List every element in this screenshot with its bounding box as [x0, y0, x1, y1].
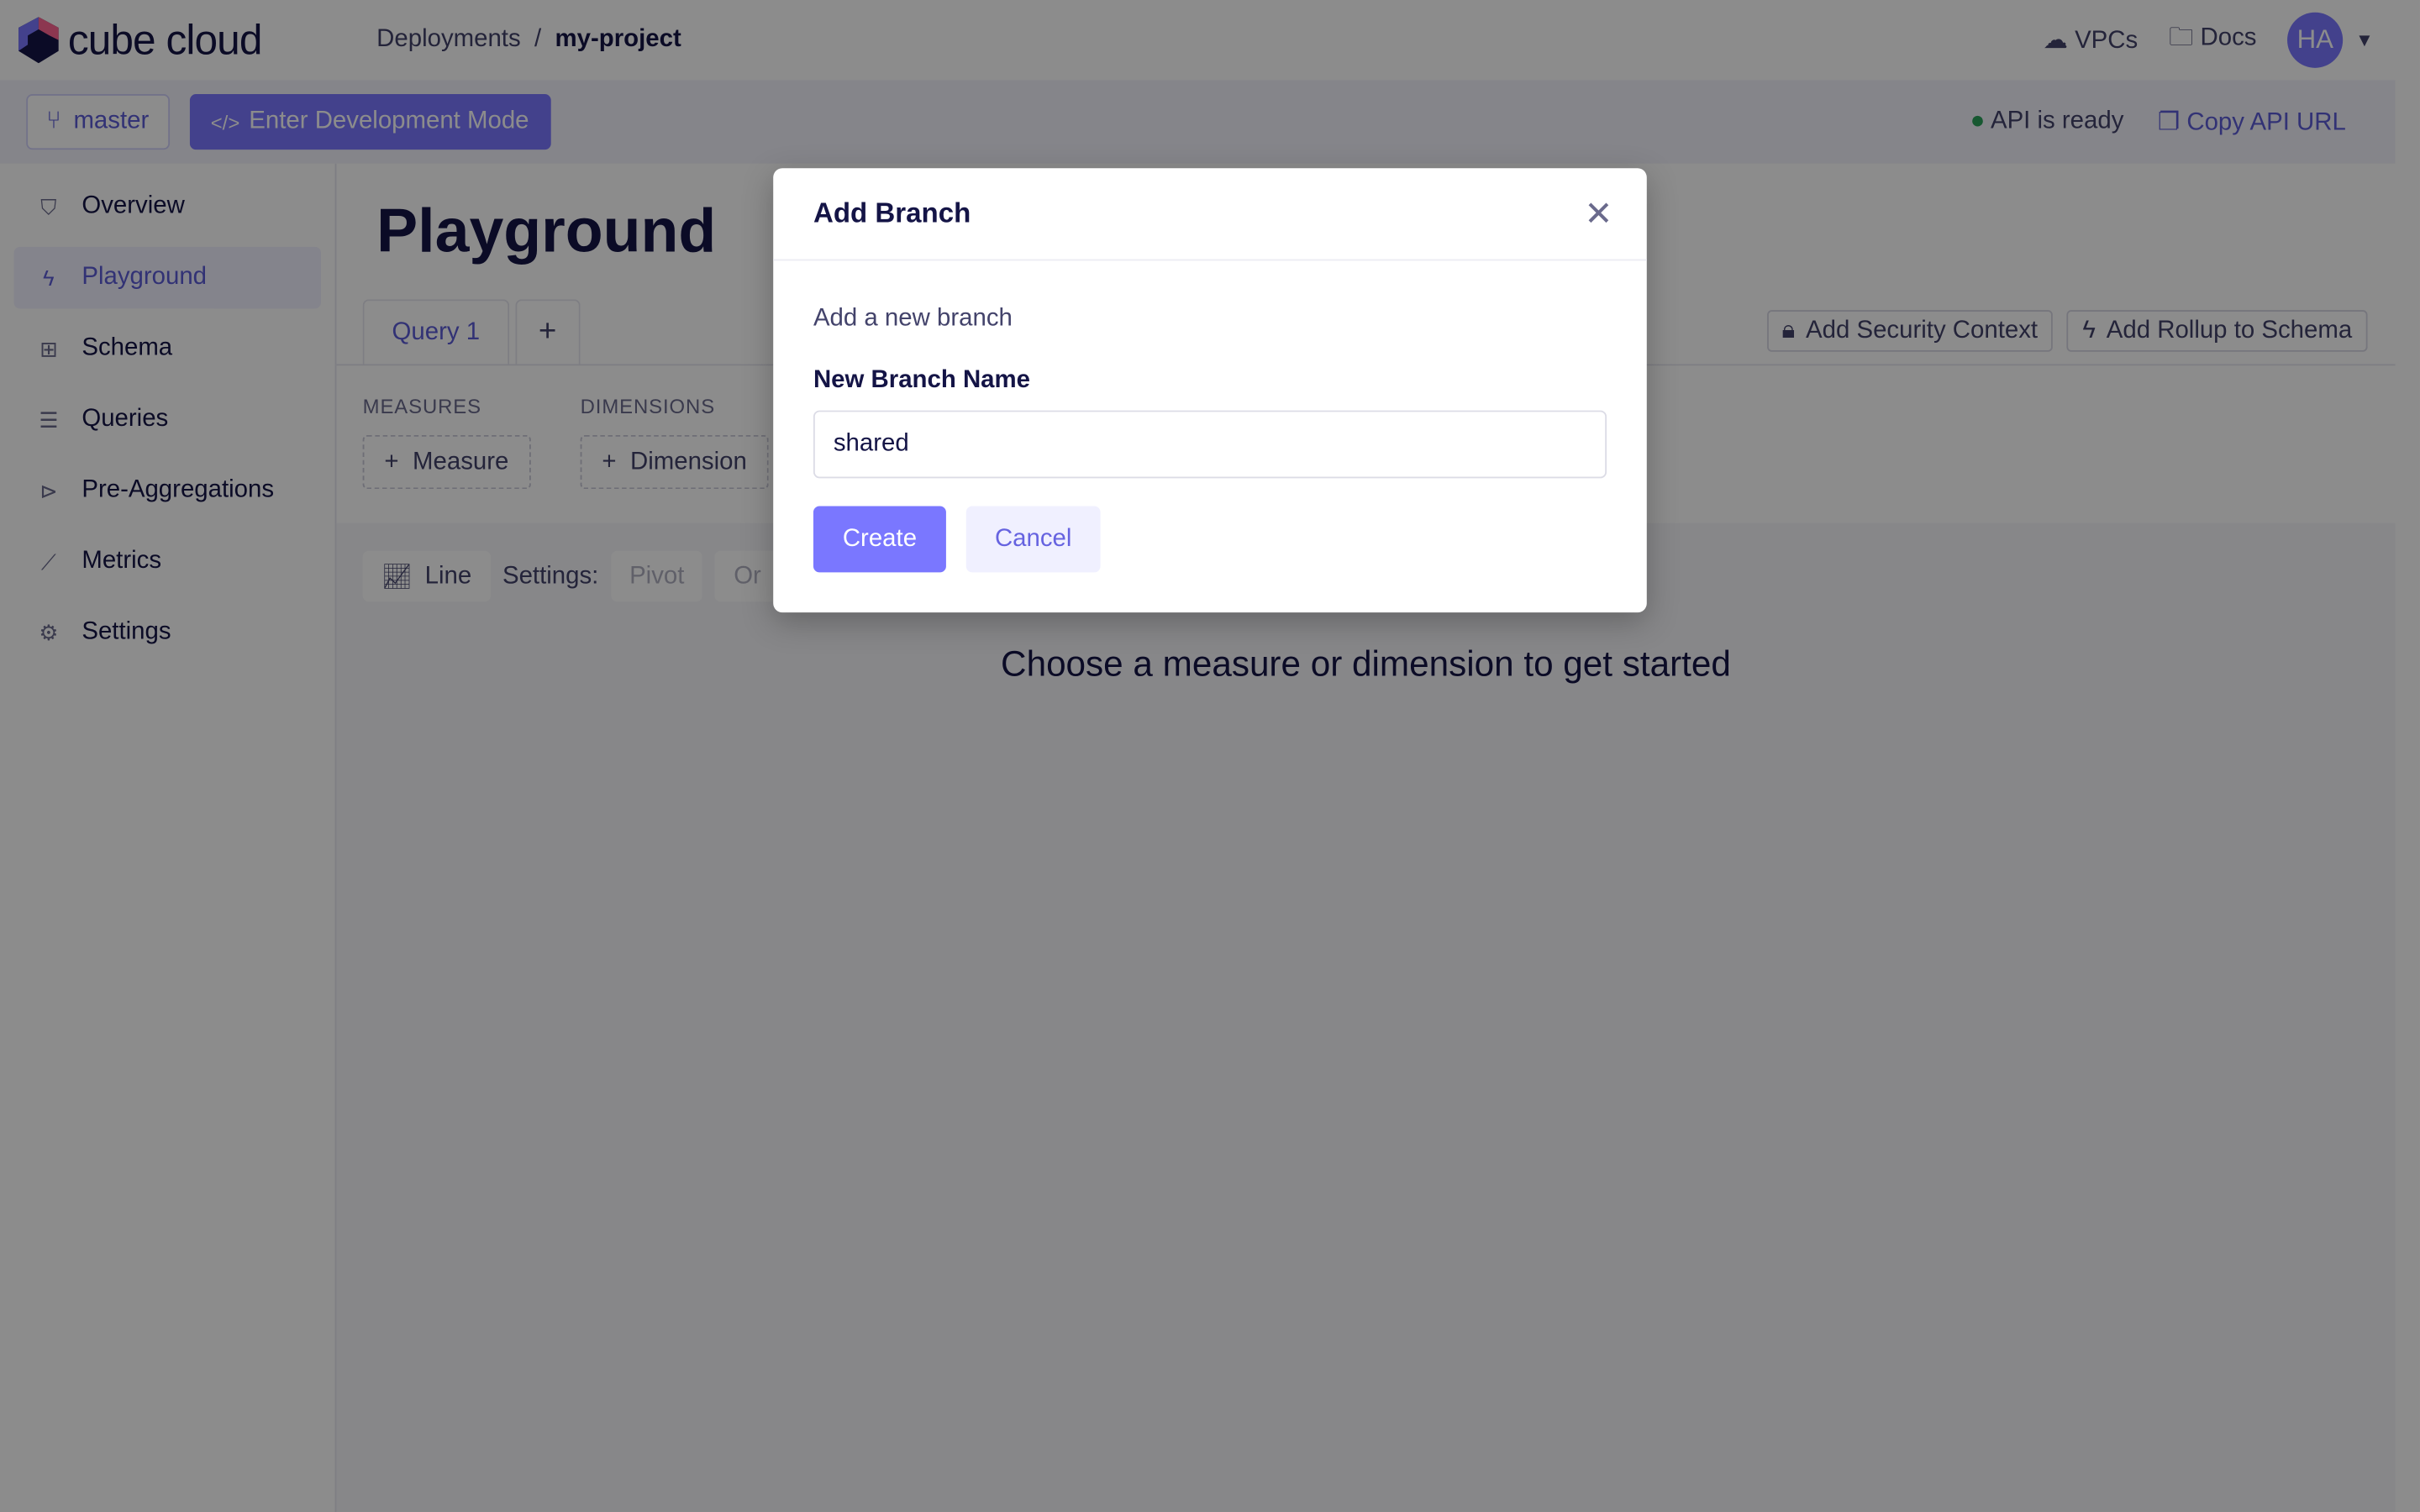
add-branch-modal: Add Branch ✕ Add a new branch New Branch… — [773, 168, 1647, 613]
branch-name-label: New Branch Name — [813, 367, 1031, 394]
close-icon[interactable]: ✕ — [1585, 197, 1613, 230]
branch-name-input[interactable] — [813, 410, 1607, 479]
cancel-button[interactable]: Cancel — [965, 506, 1101, 573]
create-button[interactable]: Create — [813, 506, 946, 573]
modal-title: Add Branch — [773, 168, 1647, 261]
modal-subtitle: Add a new branch — [813, 305, 1013, 332]
